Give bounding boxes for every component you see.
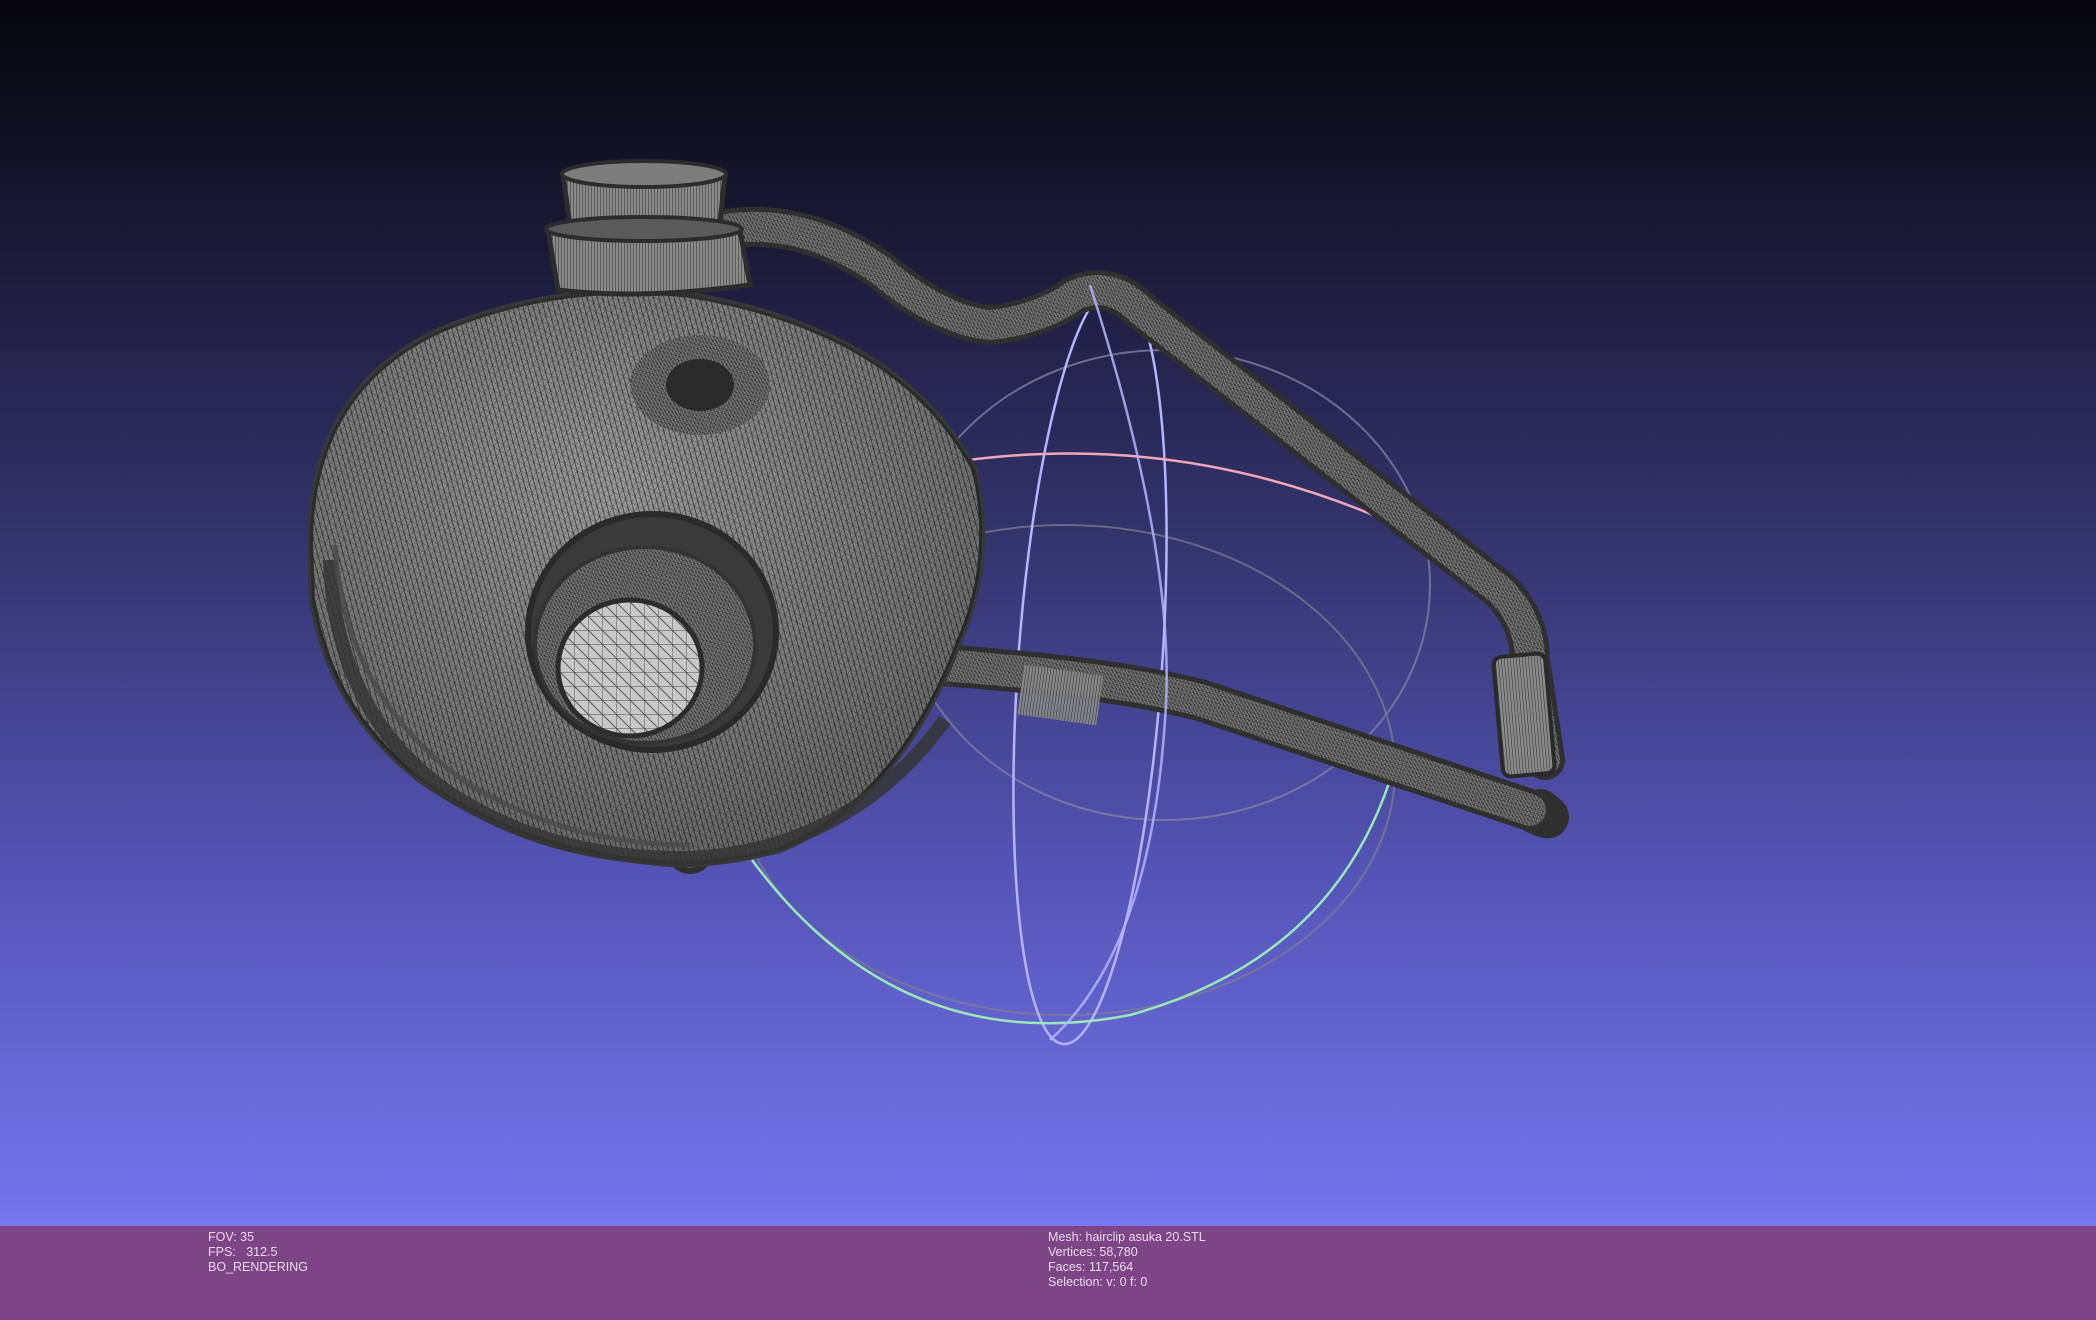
mesh-info: Mesh: hairclip asuka 20.STL Vertices: 58…	[1048, 1230, 1206, 1290]
faces-label: Faces: 117,564	[1048, 1260, 1134, 1274]
mesh-scene[interactable]	[0, 0, 2096, 1226]
mesh-name-label: Mesh: hairclip asuka 20.STL	[1048, 1230, 1206, 1244]
selection-label: Selection: v: 0 f: 0	[1048, 1275, 1148, 1289]
info-bar: FOV: 35 FPS: 312.5 BO_RENDERING Mesh: ha…	[0, 1226, 2096, 1320]
mesh-lens	[525, 511, 779, 753]
fov-label: FOV: 35	[208, 1230, 255, 1244]
mesh-cap	[544, 159, 753, 297]
fps-label: FPS: 312.5	[208, 1245, 278, 1259]
render-mode-label: BO_RENDERING	[208, 1260, 309, 1274]
vertices-label: Vertices: 58,780	[1048, 1245, 1138, 1259]
render-info: FOV: 35 FPS: 312.5 BO_RENDERING	[208, 1230, 308, 1275]
3d-viewport[interactable]	[0, 0, 2096, 1226]
